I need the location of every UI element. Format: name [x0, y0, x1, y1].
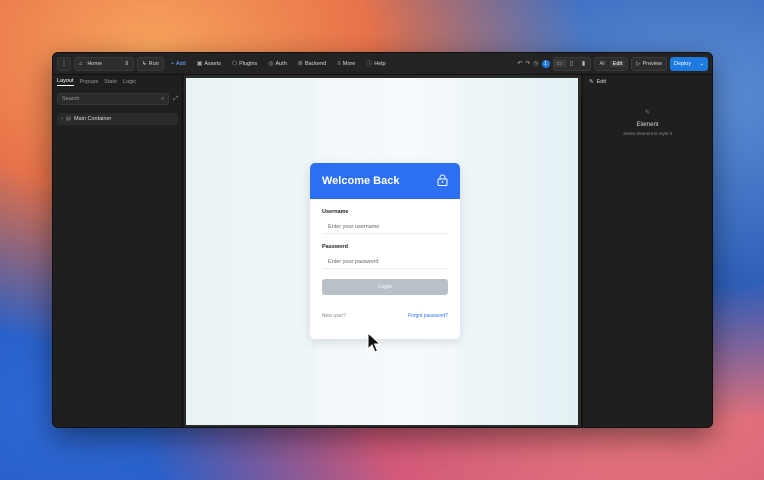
wand-icon: ✎ — [644, 110, 651, 116]
lock-icon — [437, 174, 448, 189]
empty-title: Element — [636, 122, 659, 128]
tab-logic[interactable]: Logic — [123, 79, 136, 85]
play-icon: ▷ — [636, 60, 641, 67]
mobile-icon[interactable]: ▮ — [578, 60, 590, 67]
deploy-button[interactable]: Deploy ⌄ — [670, 56, 708, 71]
password-input[interactable]: Enter your password — [322, 255, 448, 269]
login-card-header: Welcome Back — [310, 163, 460, 199]
app-window: ⋮ ⌂ Home ⇕ ↳ Run + Add ▣ Assets ⬡ Plugins ◎ A… — [52, 52, 713, 428]
design-canvas[interactable]: Welcome Back Username Enter your usernam… — [186, 78, 578, 425]
tab-popups[interactable]: Popups — [80, 79, 99, 85]
mouse-cursor-icon — [367, 332, 381, 353]
canvas-area: Welcome Back Username Enter your usernam… — [184, 75, 581, 427]
plus-icon: + — [170, 60, 174, 67]
tablet-icon[interactable]: ▯ — [566, 60, 578, 67]
assets-button[interactable]: ▣ Assets — [193, 57, 225, 71]
plug-icon: ⬡ — [231, 61, 238, 67]
user-icon: ◎ — [268, 61, 274, 67]
redo-icon[interactable]: ↷ — [525, 60, 530, 67]
mode-switcher: AI Edit — [593, 56, 629, 71]
empty-state: ✎ Element Select element to style it — [583, 109, 712, 136]
left-panel: Layout Popups State Logic ⌂ ⧉ + Search ⌕… — [53, 75, 601, 427]
login-title: Welcome Back — [322, 175, 400, 187]
auth-button[interactable]: ◎ Auth — [264, 57, 291, 71]
menu-icon[interactable]: ⋮ — [57, 56, 71, 71]
tree-item-main-container[interactable]: › ▤ Main Container — [57, 113, 178, 125]
page-select[interactable]: ⌂ Home ⇕ — [74, 56, 134, 71]
database-icon: ⊛ — [297, 61, 303, 67]
plugins-button[interactable]: ⬡ Plugins — [228, 57, 261, 71]
container-icon: ▤ — [65, 116, 72, 122]
preview-button[interactable]: ▷ Preview — [631, 56, 667, 71]
chevron-right-icon: › — [61, 116, 63, 122]
pencil-icon: ✎ — [589, 79, 594, 85]
top-toolbar: ⋮ ⌂ Home ⇕ ↳ Run + Add ▣ Assets ⬡ Plugins ◎ A… — [53, 53, 712, 75]
chevron-updown-icon: ⇕ — [124, 60, 129, 67]
password-label: Password — [322, 244, 348, 250]
device-switcher: ▭ ▯ ▮ — [552, 56, 591, 71]
add-button[interactable]: + Add — [167, 57, 190, 71]
login-card[interactable]: Welcome Back Username Enter your usernam… — [310, 163, 460, 339]
desktop-icon[interactable]: ▭ — [553, 60, 566, 67]
help-button[interactable]: ⓘ Help — [362, 57, 389, 71]
right-panel-title: Edit — [596, 79, 607, 85]
chevron-down-icon: ⌄ — [699, 60, 704, 67]
tab-state[interactable]: State — [104, 79, 117, 85]
login-button[interactable]: Login — [322, 279, 448, 295]
more-button[interactable]: ≡ More — [333, 57, 359, 71]
search-icon: ⌕ — [161, 95, 165, 102]
expand-icon[interactable]: ⤢ — [173, 96, 178, 103]
image-icon: ▣ — [196, 61, 203, 67]
right-panel: ✎ Edit ✎ Element Select element to style… — [582, 75, 712, 427]
backend-button[interactable]: ⊛ Backend — [294, 57, 330, 71]
new-user-link[interactable]: New user? — [322, 313, 346, 319]
forgot-password-link[interactable]: Forgot password? — [408, 313, 448, 319]
home-icon: ⌂ — [79, 60, 83, 67]
left-panel-tabs: Layout Popups State Logic ⌂ ⧉ + — [53, 75, 601, 427]
username-label: Username — [322, 209, 349, 215]
run-button[interactable]: ↳ Run — [137, 56, 164, 71]
run-icon: ↳ — [142, 60, 147, 67]
username-input[interactable]: Enter your username — [322, 220, 448, 234]
tab-layout[interactable]: Layout — [57, 78, 74, 86]
ai-mode[interactable]: AI — [597, 61, 608, 67]
undo-icon[interactable]: ↶ — [517, 60, 522, 67]
help-icon: ⓘ — [366, 62, 373, 68]
list-icon: ≡ — [337, 60, 341, 67]
search-input[interactable]: Search ⌕ — [57, 93, 170, 105]
notification-badge[interactable]: 1 — [541, 59, 550, 68]
edit-mode[interactable]: Edit — [609, 60, 626, 67]
history-icon[interactable]: ◷ — [533, 60, 538, 67]
empty-subtitle: Select element to style it — [623, 131, 672, 136]
